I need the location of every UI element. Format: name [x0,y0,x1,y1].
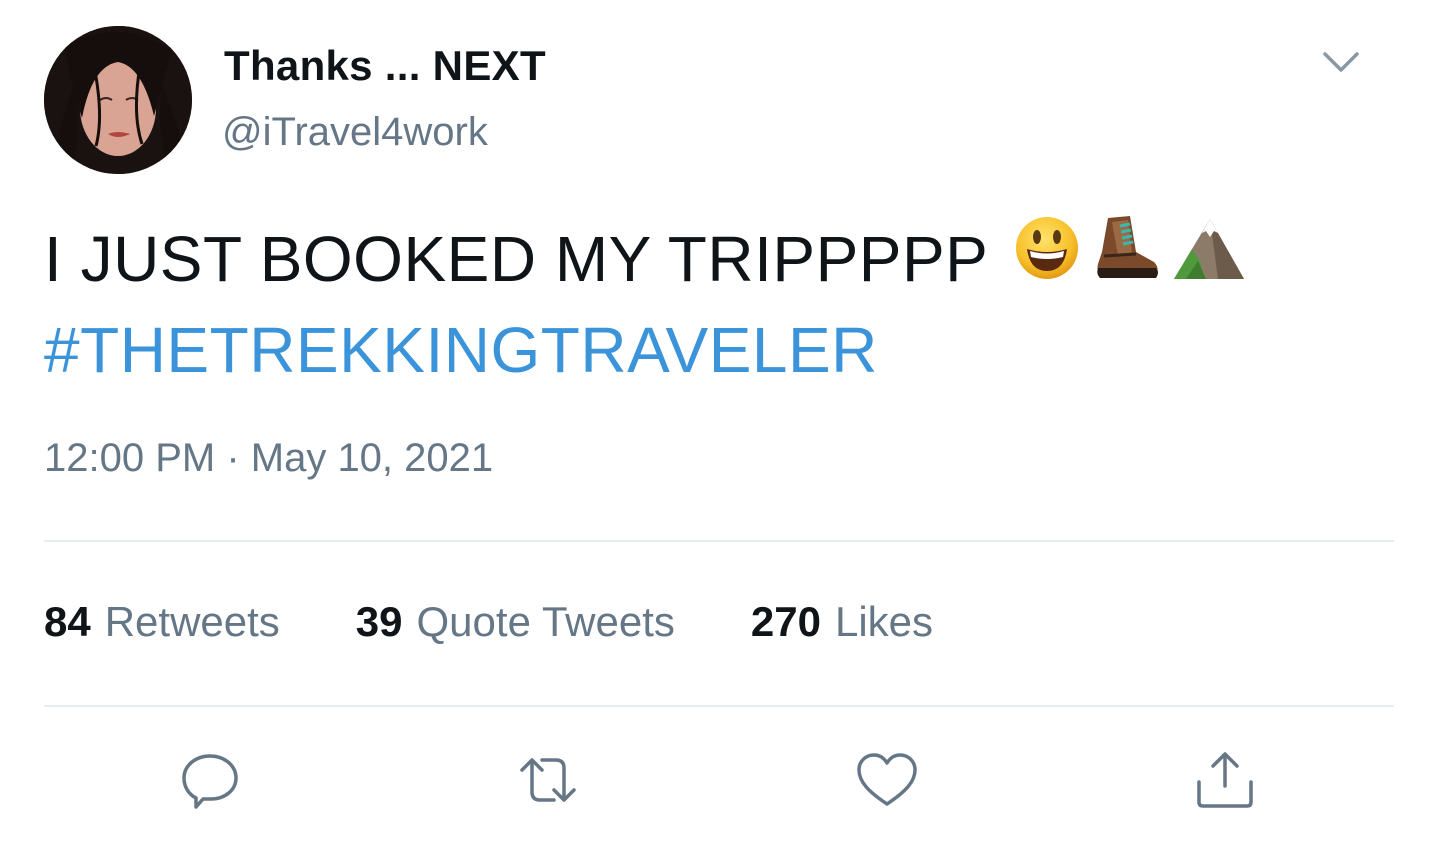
likes-stat[interactable]: 270 Likes [751,598,933,646]
share-icon [1197,752,1253,808]
divider [44,705,1394,707]
likes-count: 270 [750,598,821,645]
tweet-body: I JUST BOOKED MY TRIPPPPP #THETREKKINGTR… [44,212,1404,394]
tweet-stats: 84 Retweets 39 Quote Tweets 270 Likes [44,598,1009,646]
quote-tweets-stat[interactable]: 39 Quote Tweets [356,598,675,646]
divider [44,540,1394,542]
avatar[interactable] [44,26,192,174]
reply-icon [182,754,238,809]
user-handle[interactable]: @iTravel4work [222,110,488,155]
likes-label: Likes [834,598,934,645]
like-icon [857,753,917,806]
retweet-button[interactable] [516,748,580,812]
retweets-label: Retweets [104,598,280,645]
mountain-icon [1172,213,1246,305]
like-button[interactable] [855,748,919,812]
retweets-count: 84 [44,598,91,645]
chevron-down-icon[interactable] [1318,42,1364,82]
smiling-face-icon [1014,215,1080,303]
tweet-text: I JUST BOOKED MY TRIPPPPP [44,223,989,295]
avatar-image [44,26,192,174]
retweet-icon [520,758,576,802]
quote-tweets-count: 39 [355,598,403,645]
display-name[interactable]: Thanks ... NEXT [224,42,546,90]
hiking-boot-icon [1090,212,1162,306]
quote-tweets-label: Quote Tweets [416,598,675,645]
retweets-stat[interactable]: 84 Retweets [44,598,280,646]
reply-button[interactable] [178,748,242,812]
share-button[interactable] [1193,748,1257,812]
tweet-timestamp[interactable]: 12:00 PM · May 10, 2021 [44,436,493,481]
hashtag-link[interactable]: #THETREKKINGTRAVELER [44,306,878,394]
